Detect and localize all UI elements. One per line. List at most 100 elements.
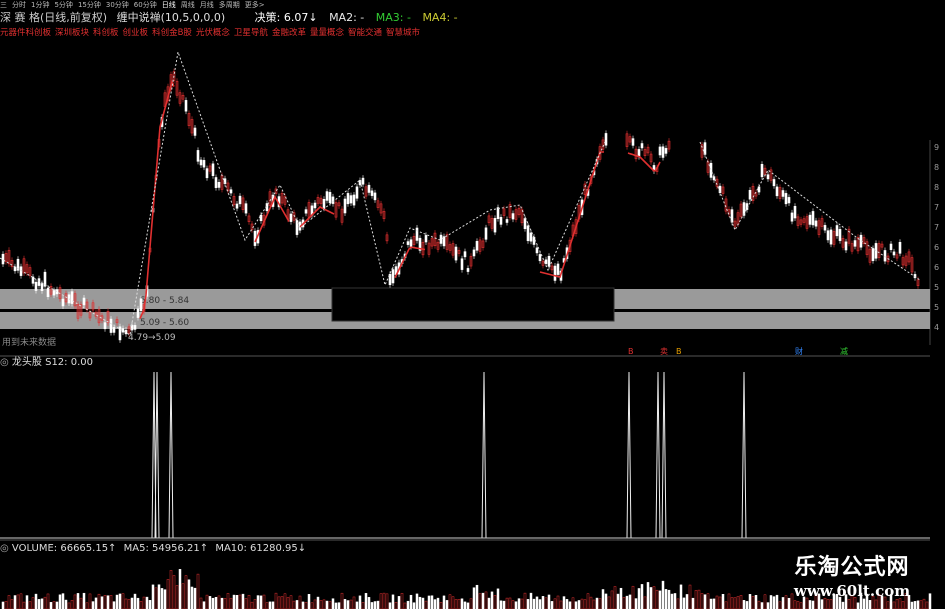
volume-bar — [673, 593, 677, 609]
candle-body — [475, 241, 479, 251]
volume-bar — [139, 601, 143, 609]
volume-bar — [532, 598, 536, 609]
spike-1 — [154, 371, 160, 539]
candle-body — [529, 232, 533, 242]
candle-body — [214, 177, 218, 188]
volume-bar — [229, 597, 233, 609]
volume-bar — [358, 595, 362, 609]
volume-bar — [490, 591, 494, 609]
volume-bar — [589, 596, 593, 609]
volume-bar — [319, 600, 323, 609]
volume-bar — [541, 596, 545, 609]
candle-body — [415, 227, 419, 241]
volume-bar — [745, 601, 749, 609]
candle-body — [844, 241, 848, 251]
volume-bar — [571, 597, 575, 609]
volume-bar — [181, 583, 185, 609]
candle-body — [640, 143, 644, 149]
volume-bar — [760, 602, 764, 609]
candle-body — [133, 325, 137, 330]
candle-body — [253, 230, 257, 246]
volume-bar — [130, 597, 134, 609]
chart-canvas[interactable]: 5.80 - 5.84 5.09 - 5.60 4.79→5.09 用到未来数据… — [0, 0, 945, 609]
volume-bar — [616, 593, 620, 609]
candle-body — [238, 195, 242, 205]
volume-bar — [346, 600, 350, 609]
volume-bar — [61, 593, 65, 609]
volume-bar — [595, 597, 599, 609]
candle-body — [874, 243, 878, 259]
candle-body — [103, 322, 107, 330]
volume-bar — [322, 599, 326, 609]
volume-bar — [313, 599, 317, 609]
candle-body — [346, 193, 350, 205]
candle-body — [793, 206, 797, 219]
candle-body — [511, 213, 515, 220]
volume-bar — [499, 600, 503, 609]
volume-bar — [172, 575, 176, 609]
candle-body — [808, 214, 812, 225]
candle-body — [304, 209, 308, 214]
candle-body — [814, 220, 818, 227]
volume-bar — [133, 593, 137, 609]
volume-bar — [325, 600, 329, 609]
volume-bar — [502, 600, 506, 609]
volume-bar — [415, 593, 419, 609]
candle-body — [37, 278, 41, 286]
candle-body — [313, 202, 317, 209]
volume-bar — [373, 601, 377, 609]
watermark-url: www.60lt.com — [793, 582, 911, 600]
indicator-toggle-icon[interactable]: ◎ — [0, 357, 9, 368]
volume-bar — [409, 594, 413, 609]
volume-bar — [424, 600, 428, 609]
candle-body — [355, 186, 359, 199]
volume-bar — [751, 596, 755, 609]
volume-bar — [304, 602, 308, 609]
watermark-title: 乐淘公式网 — [794, 554, 910, 580]
volume-bar — [436, 597, 440, 609]
candle-body — [493, 218, 497, 233]
candle-body — [118, 326, 122, 341]
volume-bar — [652, 586, 656, 609]
volume-bar — [400, 593, 404, 609]
candle-body — [328, 192, 332, 204]
signal-label-2: B — [676, 347, 682, 356]
volume-bar — [4, 601, 8, 609]
volume-bar — [211, 597, 215, 609]
volume-indicator-label[interactable]: ◎ VOLUME: 66665.15↑ MA5: 54956.21↑ MA10:… — [0, 543, 306, 555]
candle-body — [604, 133, 608, 146]
volume-bar — [508, 597, 512, 609]
volume-bar — [439, 602, 443, 609]
candle-body — [325, 191, 329, 201]
volume-bar — [340, 592, 344, 609]
volume-bar — [361, 602, 365, 609]
candle-body — [883, 250, 887, 262]
volume-bar — [640, 584, 644, 609]
candle-body — [70, 291, 74, 304]
candle-body — [658, 146, 662, 156]
volume-bar — [193, 587, 197, 609]
volume-bar — [493, 595, 497, 609]
volume-bar — [574, 601, 578, 609]
volume-bar — [607, 596, 611, 609]
volume-toggle-icon[interactable]: ◎ — [0, 543, 9, 554]
volume-bar — [739, 595, 743, 609]
volume-bar — [310, 602, 314, 609]
volume-bar — [496, 588, 500, 609]
volume-bar — [481, 592, 485, 609]
volume-bar — [553, 598, 557, 609]
volume-bar — [736, 596, 740, 609]
dragon-indicator-label[interactable]: ◎ 龙头股 S12: 0.00 — [0, 357, 93, 369]
volume-bar — [451, 596, 455, 609]
volume-bar — [259, 595, 263, 609]
volume-bar — [379, 593, 383, 609]
volume-bar — [742, 600, 746, 609]
volume-bar — [457, 599, 461, 609]
volume-value: VOLUME: 66665.15↑ — [11, 543, 117, 554]
volume-bar — [667, 589, 671, 609]
volume-bar — [7, 595, 11, 609]
volume-bar — [97, 593, 101, 609]
volume-bar — [682, 597, 686, 609]
spike-4 — [626, 371, 632, 539]
ma-red-line — [139, 79, 175, 320]
